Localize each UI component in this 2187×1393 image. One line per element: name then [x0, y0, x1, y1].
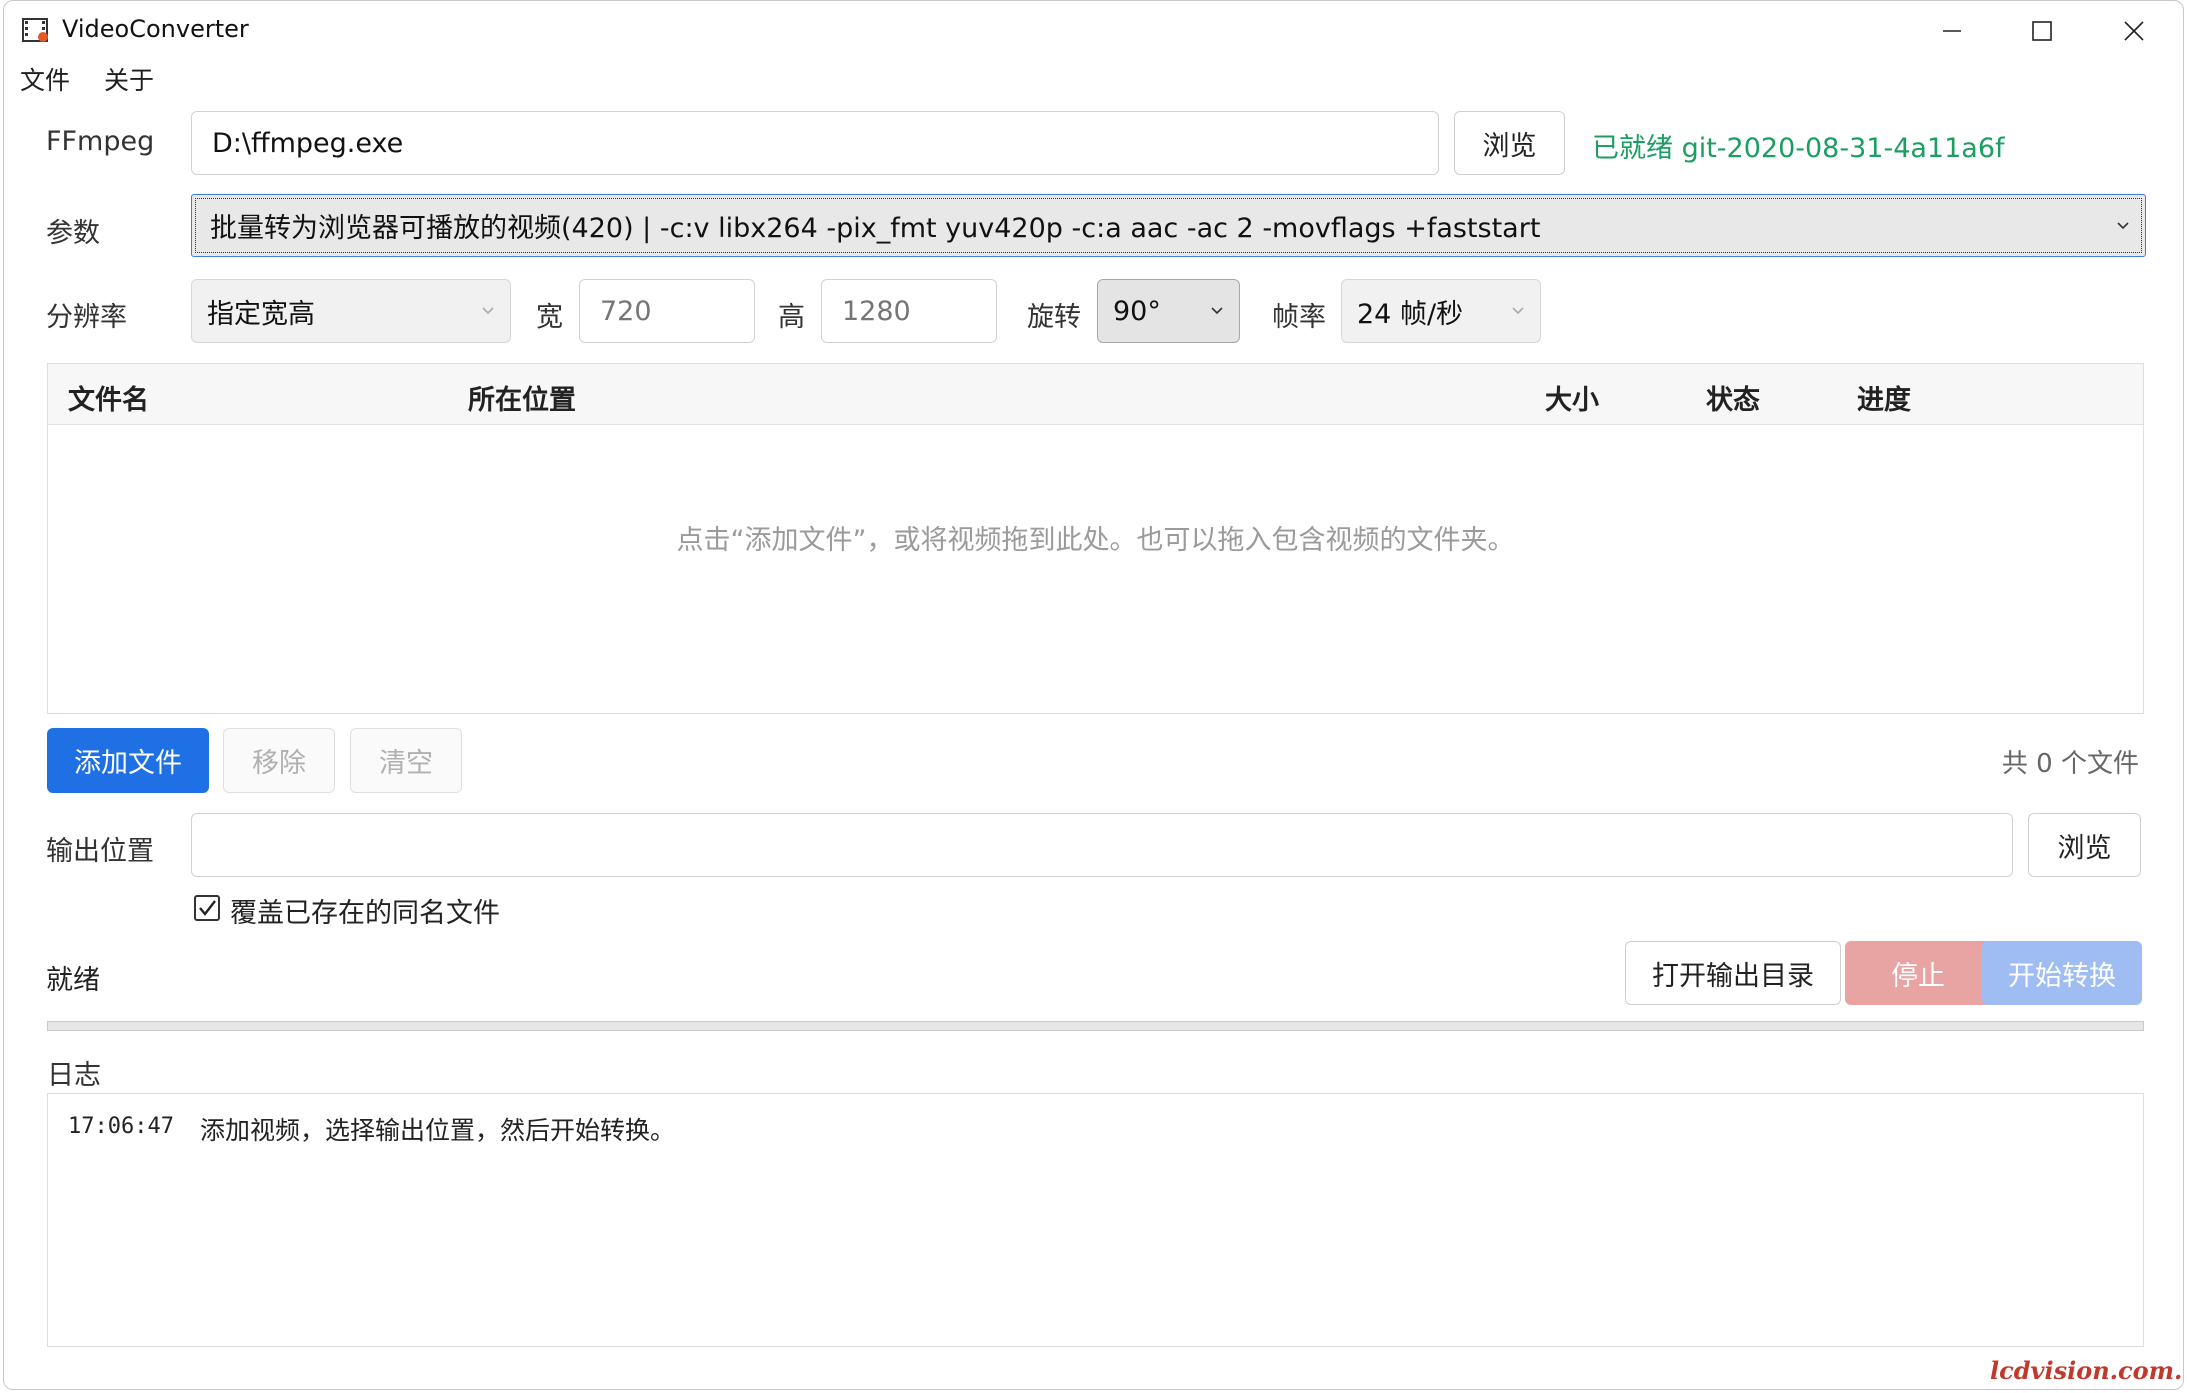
maximize-button[interactable]	[1997, 1, 2087, 61]
height-label: 高	[778, 302, 805, 333]
params-select[interactable]: 批量转为浏览器可播放的视频(420) | -c:v libx264 -pix_f…	[191, 194, 2146, 257]
resolution-mode-value: 指定宽高	[207, 298, 315, 330]
start-convert-button[interactable]: 开始转换	[1982, 941, 2142, 1005]
menu-about[interactable]: 关于	[104, 66, 154, 95]
column-progress[interactable]: 进度	[1857, 378, 1911, 417]
log-timestamp: 17:06:47	[68, 1114, 174, 1139]
chevron-down-icon	[1211, 307, 1223, 315]
output-path-input[interactable]	[191, 813, 2013, 877]
title-bar: VideoConverter	[4, 1, 2183, 61]
log-label: 日志	[47, 1060, 101, 1091]
minimize-button[interactable]	[1907, 1, 1997, 61]
checkmark-icon	[199, 900, 216, 916]
chevron-down-icon	[1512, 307, 1524, 315]
resolution-label: 分辨率	[46, 302, 127, 333]
watermark: lcdvision.com.cn	[1990, 1356, 2183, 1385]
status-text: 就绪	[46, 965, 100, 996]
maximize-icon	[2032, 21, 2052, 41]
fps-select[interactable]: 24 帧/秒	[1341, 279, 1541, 343]
column-size[interactable]: 大小	[1545, 378, 1599, 417]
ffmpeg-path-input[interactable]: D:\ffmpeg.exe	[191, 111, 1439, 175]
output-label: 输出位置	[46, 836, 154, 867]
chevron-down-icon	[482, 307, 494, 315]
stop-button[interactable]: 停止	[1845, 941, 1991, 1005]
column-status[interactable]: 状态	[1706, 378, 1760, 417]
menu-file[interactable]: 文件	[20, 66, 70, 95]
minimize-icon	[1943, 30, 1961, 32]
file-table[interactable]: 文件名 所在位置 大小 状态 进度 点击“添加文件”，或将视频拖到此处。也可以拖…	[47, 363, 2144, 714]
rotate-value: 90°	[1113, 295, 1161, 327]
fps-value: 24 帧/秒	[1357, 298, 1464, 330]
ffmpeg-browse-button[interactable]: 浏览	[1454, 111, 1565, 175]
params-label: 参数	[46, 218, 100, 249]
rotate-label: 旋转	[1027, 302, 1081, 333]
menu-bar: 文件 关于	[20, 61, 180, 101]
overwrite-checkbox[interactable]	[194, 895, 220, 921]
width-input[interactable]	[579, 279, 755, 343]
close-button[interactable]	[2089, 1, 2179, 61]
window-title: VideoConverter	[62, 15, 249, 43]
log-panel[interactable]: 17:06:47 添加视频，选择输出位置，然后开始转换。	[47, 1093, 2144, 1347]
file-count: 共 0 个文件	[2001, 749, 2139, 779]
chevron-down-icon	[2117, 221, 2129, 229]
column-location[interactable]: 所在位置	[468, 378, 576, 417]
width-label: 宽	[536, 302, 563, 333]
film-icon	[22, 18, 48, 42]
column-filename[interactable]: 文件名	[68, 378, 149, 417]
ffmpeg-status: 已就绪 git-2020-08-31-4a11a6f	[1592, 133, 2005, 164]
resolution-mode-select[interactable]: 指定宽高	[191, 279, 511, 343]
log-message: 添加视频，选择输出位置，然后开始转换。	[200, 1116, 676, 1145]
params-selected-value: 批量转为浏览器可播放的视频(420) | -c:v libx264 -pix_f…	[210, 213, 1541, 244]
fps-label: 帧率	[1272, 302, 1326, 333]
app-window: VideoConverter 文件 关于 FFmpeg D:\ffmpeg.ex…	[3, 0, 2184, 1390]
add-files-button[interactable]: 添加文件	[47, 728, 209, 793]
close-icon	[2124, 21, 2144, 41]
rotate-select[interactable]: 90°	[1097, 279, 1240, 343]
clear-button[interactable]: 清空	[350, 728, 462, 793]
table-header: 文件名 所在位置 大小 状态 进度	[48, 364, 2143, 425]
empty-table-hint: 点击“添加文件”，或将视频拖到此处。也可以拖入包含视频的文件夹。	[676, 525, 1515, 556]
ffmpeg-label: FFmpeg	[46, 126, 155, 157]
output-browse-button[interactable]: 浏览	[2028, 813, 2141, 877]
overwrite-label[interactable]: 覆盖已存在的同名文件	[230, 891, 500, 930]
remove-button[interactable]: 移除	[223, 728, 335, 793]
height-input[interactable]	[821, 279, 997, 343]
progress-bar	[47, 1021, 2144, 1031]
open-output-dir-button[interactable]: 打开输出目录	[1625, 941, 1841, 1005]
